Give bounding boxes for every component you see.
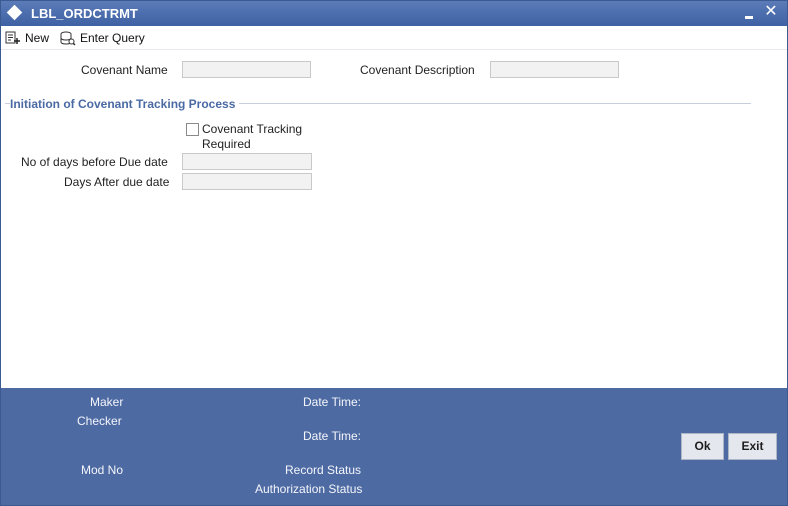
section-title: Initiation of Covenant Tracking Process	[10, 97, 240, 111]
new-document-icon	[5, 31, 20, 44]
checker-date-time-label: Date Time:	[303, 429, 362, 443]
ok-button[interactable]: Ok	[681, 433, 724, 460]
mod-no-label: Mod No	[81, 463, 124, 477]
days-after-field[interactable]	[182, 173, 312, 190]
enter-query-icon	[60, 31, 76, 46]
form-body: Covenant Name Covenant Description Initi…	[1, 51, 787, 387]
record-status-label: Record Status	[285, 463, 362, 477]
enter-query-button[interactable]: Enter Query	[59, 29, 145, 47]
close-icon[interactable]: ✕	[763, 2, 779, 22]
enter-query-button-label: Enter Query	[80, 31, 145, 45]
tracking-required-label-line2: Required	[202, 137, 251, 151]
checker-label: Checker	[77, 414, 122, 428]
covenant-name-field[interactable]	[182, 61, 311, 78]
covenant-name-label: Covenant Name	[81, 63, 168, 77]
covenant-description-field[interactable]	[490, 61, 619, 78]
tracking-required-label-line1: Covenant Tracking	[202, 122, 303, 136]
maker-label: Maker	[90, 395, 124, 409]
audit-footer: Maker Checker Mod No Date Time: Date Tim…	[1, 388, 787, 505]
tracking-required-checkbox[interactable]	[186, 123, 199, 136]
days-before-label: No of days before Due date	[21, 155, 168, 169]
app-diamond-icon	[6, 4, 23, 21]
days-after-label: Days After due date	[64, 175, 170, 189]
form-window: LBL_ORDCTRMT ✕ New Enter Query Covenant …	[0, 0, 788, 506]
minimize-icon[interactable]	[743, 4, 757, 22]
authorization-status-label: Authorization Status	[255, 482, 363, 496]
maker-date-time-label: Date Time:	[303, 395, 362, 409]
new-button-label: New	[25, 31, 50, 45]
new-button[interactable]: New	[5, 29, 49, 47]
covenant-description-label: Covenant Description	[360, 63, 475, 77]
days-before-field[interactable]	[182, 153, 312, 170]
title-bar: LBL_ORDCTRMT ✕	[1, 1, 787, 26]
exit-button[interactable]: Exit	[728, 433, 777, 460]
toolbar: New Enter Query	[1, 26, 787, 50]
window-title: LBL_ORDCTRMT	[31, 6, 138, 21]
